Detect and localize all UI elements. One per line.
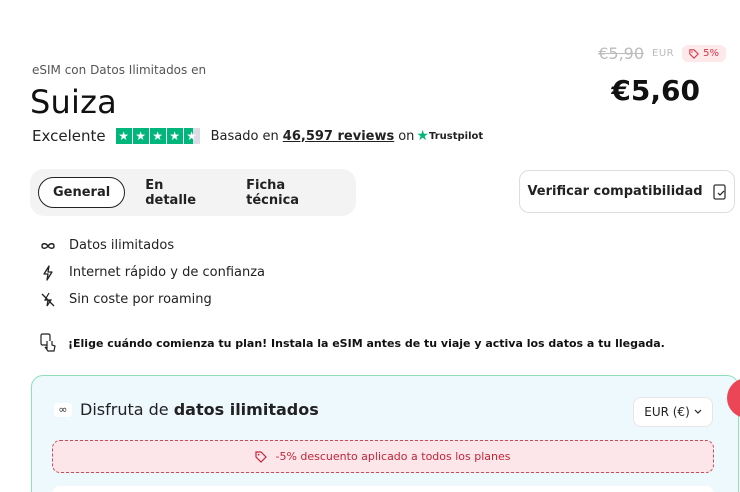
- star-icon: ★: [166, 128, 183, 144]
- panel-title-prefix: Disfruta de: [80, 400, 169, 419]
- tag-icon: [689, 48, 700, 59]
- phone-check-icon: [712, 183, 726, 200]
- currency-code: EUR: [652, 48, 675, 59]
- panel-title-bold: datos ilimitados: [173, 400, 319, 419]
- lightning-icon: [38, 264, 58, 281]
- infinity-icon: [38, 241, 58, 251]
- trustpilot-logo: Trustpilot: [428, 130, 484, 142]
- star-icon: ★: [115, 128, 132, 144]
- feature-label: Internet rápido y de confianza: [69, 265, 265, 280]
- discount-banner: -5% descuento aplicado a todos los plane…: [52, 440, 714, 473]
- verify-compatibility-button[interactable]: Verificar compatibilidad: [519, 170, 735, 213]
- tab-ficha-tecnica[interactable]: Ficha técnica: [232, 170, 348, 216]
- feature-item: Internet rápido y de confianza: [38, 259, 265, 286]
- price-box: €5,90 EUR 5%: [598, 44, 726, 63]
- verify-compatibility-label: Verificar compatibilidad: [527, 184, 703, 199]
- trustpilot-star-icon: ★: [416, 128, 429, 144]
- trustpilot-stars: ★ ★ ★ ★ ★: [115, 128, 200, 144]
- tap-hand-icon: [38, 333, 58, 353]
- discount-banner-text: -5% descuento aplicado a todos los plane…: [275, 450, 511, 463]
- star-icon: ★: [149, 128, 166, 144]
- plans-panel: ∞ Disfruta de datos ilimitados EUR (€) -…: [31, 375, 739, 492]
- tag-icon: [255, 450, 268, 463]
- tab-bar: General En detalle Ficha técnica: [30, 169, 356, 216]
- no-roaming-icon: [38, 292, 58, 308]
- tab-general[interactable]: General: [38, 177, 126, 208]
- tab-en-detalle[interactable]: En detalle: [131, 170, 226, 216]
- activation-notice-text: ¡Elige cuándo comienza tu plan! Instala …: [68, 336, 665, 350]
- based-on-text: Basado en 46,597 reviews on: [211, 129, 417, 144]
- currency-selector-value: EUR (€): [644, 405, 690, 419]
- esim-subtitle: eSIM con Datos Ilimitados en: [32, 63, 207, 77]
- on-word: on: [398, 128, 415, 144]
- based-prefix: Basado en: [210, 128, 279, 144]
- reviews-link[interactable]: 46,597 reviews: [283, 129, 394, 144]
- feature-label: Datos ilimitados: [69, 238, 175, 253]
- currency-selector[interactable]: EUR (€): [633, 397, 713, 427]
- discount-badge: 5%: [682, 45, 726, 62]
- country-title: Suiza: [30, 83, 117, 121]
- discount-value: 5%: [703, 48, 719, 59]
- star-icon: ★: [132, 128, 149, 144]
- rating-word: Excelente: [32, 127, 106, 145]
- feature-item: Datos ilimitados: [38, 232, 265, 259]
- activation-notice: ¡Elige cuándo comienza tu plan! Instala …: [38, 333, 665, 353]
- plan-card[interactable]: [52, 486, 714, 492]
- plans-panel-title: ∞ Disfruta de datos ilimitados: [54, 400, 319, 419]
- infinity-icon: ∞: [54, 402, 72, 417]
- rating-row: Excelente ★ ★ ★ ★ ★ Basado en 46,597 revi…: [32, 127, 483, 145]
- feature-item: Sin coste por roaming: [38, 286, 265, 313]
- feature-list: Datos ilimitados Internet rápido y de co…: [38, 232, 265, 313]
- feature-label: Sin coste por roaming: [69, 292, 212, 307]
- old-price-row: €5,90 EUR 5%: [598, 44, 726, 63]
- new-price: €5,60: [611, 74, 700, 107]
- old-price: €5,90: [598, 44, 645, 63]
- chevron-down-icon: [694, 409, 702, 414]
- half-star-icon: ★: [183, 128, 200, 144]
